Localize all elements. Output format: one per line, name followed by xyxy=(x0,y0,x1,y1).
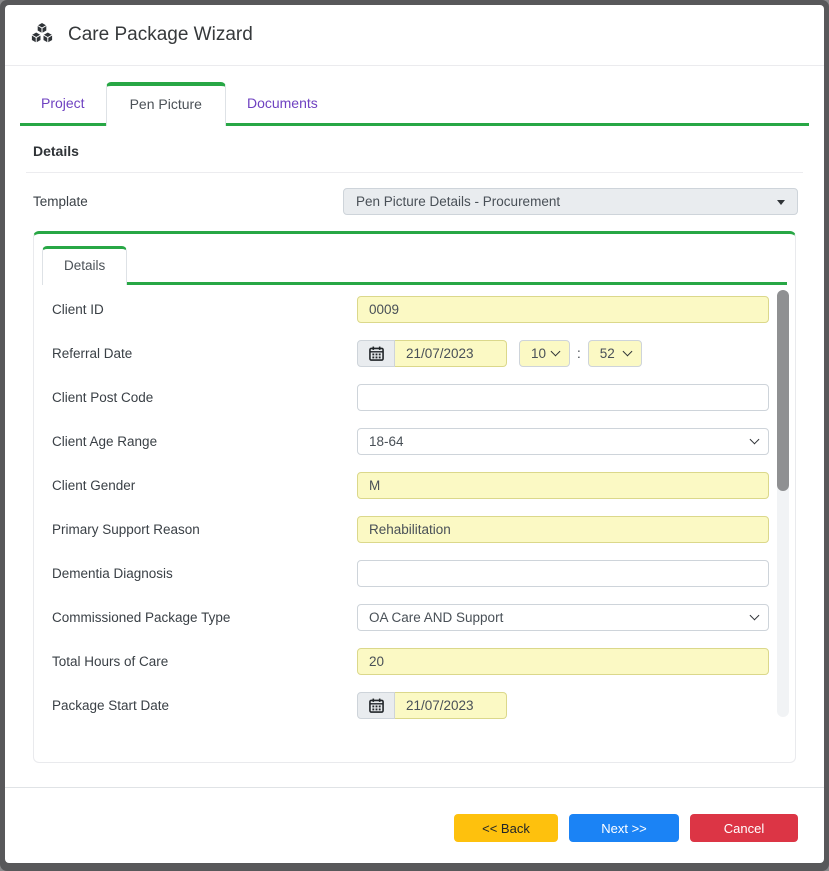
pen-picture-details-panel: Details Client ID Referral Date xyxy=(33,231,796,763)
client-post-code-input[interactable] xyxy=(357,384,769,411)
calendar-icon[interactable] xyxy=(357,692,395,719)
template-label: Template xyxy=(33,194,88,209)
window-frame: Care Package Wizard Project Pen Picture … xyxy=(0,0,829,871)
wizard-tabbar: Project Pen Picture Documents xyxy=(5,66,824,126)
client-id-input[interactable] xyxy=(357,296,769,323)
form-scrollbar-track[interactable] xyxy=(777,290,789,717)
package-start-date-input[interactable] xyxy=(395,692,507,719)
primary-support-reason-input[interactable] xyxy=(357,516,769,543)
panel-tabbar: Details xyxy=(34,234,795,282)
details-section-heading: Details xyxy=(26,126,803,173)
primary-support-reason-label: Primary Support Reason xyxy=(52,522,357,537)
total-hours-of-care-input[interactable] xyxy=(357,648,769,675)
client-post-code-label: Client Post Code xyxy=(52,390,357,405)
dialog-title: Care Package Wizard xyxy=(68,24,253,46)
referral-hour-value: 10 xyxy=(531,346,546,361)
caret-down-icon xyxy=(777,200,785,205)
client-gender-label: Client Gender xyxy=(52,478,357,493)
dementia-diagnosis-input[interactable] xyxy=(357,560,769,587)
form-row-client-id: Client ID xyxy=(52,287,785,331)
chevron-down-icon xyxy=(750,611,760,621)
form-row-referral-date: Referral Date xyxy=(52,331,785,375)
referral-minute-value: 52 xyxy=(600,346,615,361)
commissioned-package-type-label: Commissioned Package Type xyxy=(52,610,357,625)
referral-hour-select[interactable]: 10 xyxy=(519,340,570,367)
calendar-icon[interactable] xyxy=(357,340,395,367)
client-gender-input[interactable] xyxy=(357,472,769,499)
form-row-dementia-diagnosis: Dementia Diagnosis xyxy=(52,551,785,595)
form-row-client-gender: Client Gender xyxy=(52,463,785,507)
referral-minute-select[interactable]: 52 xyxy=(588,340,642,367)
wizard-content: Details Template Pen Picture Details - P… xyxy=(5,126,824,787)
package-start-date-label: Package Start Date xyxy=(52,698,357,713)
referral-date-label: Referral Date xyxy=(52,346,357,361)
client-age-range-select[interactable]: 18-64 xyxy=(357,428,769,455)
tab-documents[interactable]: Documents xyxy=(226,85,339,123)
commissioned-package-type-value: OA Care AND Support xyxy=(369,610,503,625)
chevron-down-icon xyxy=(622,347,632,357)
form-row-total-hours-of-care: Total Hours of Care xyxy=(52,639,785,683)
next-button[interactable]: Next >> xyxy=(569,814,679,842)
tab-pen-picture[interactable]: Pen Picture xyxy=(106,82,226,126)
referral-date-input[interactable] xyxy=(395,340,507,367)
wizard-footer: << Back Next >> Cancel xyxy=(5,787,824,863)
template-select[interactable]: Pen Picture Details - Procurement xyxy=(343,188,798,215)
time-separator: : xyxy=(577,346,581,361)
form-row-commissioned-package-type: Commissioned Package Type OA Care AND Su… xyxy=(52,595,785,639)
client-id-label: Client ID xyxy=(52,302,357,317)
details-form: Client ID Referral Date xyxy=(34,285,795,727)
cancel-button[interactable]: Cancel xyxy=(690,814,798,842)
commissioned-package-type-select[interactable]: OA Care AND Support xyxy=(357,604,769,631)
chevron-down-icon xyxy=(551,347,561,357)
template-row: Template Pen Picture Details - Procureme… xyxy=(26,173,803,231)
form-scrollbar-thumb[interactable] xyxy=(777,290,789,491)
chevron-down-icon xyxy=(750,435,760,445)
panel-tab-details[interactable]: Details xyxy=(42,246,127,285)
form-row-client-post-code: Client Post Code xyxy=(52,375,785,419)
tab-project[interactable]: Project xyxy=(20,85,106,123)
dialog-header: Care Package Wizard xyxy=(5,5,824,66)
total-hours-of-care-label: Total Hours of Care xyxy=(52,654,357,669)
back-button[interactable]: << Back xyxy=(454,814,558,842)
form-row-client-age-range: Client Age Range 18-64 xyxy=(52,419,785,463)
template-select-value: Pen Picture Details - Procurement xyxy=(356,194,560,209)
cubes-icon xyxy=(29,22,55,49)
form-row-package-start-date: Package Start Date xyxy=(52,683,785,727)
form-row-primary-support-reason: Primary Support Reason xyxy=(52,507,785,551)
client-age-range-label: Client Age Range xyxy=(52,434,357,449)
dementia-diagnosis-label: Dementia Diagnosis xyxy=(52,566,357,581)
care-package-wizard-dialog: Care Package Wizard Project Pen Picture … xyxy=(5,5,824,863)
client-age-range-value: 18-64 xyxy=(369,434,404,449)
